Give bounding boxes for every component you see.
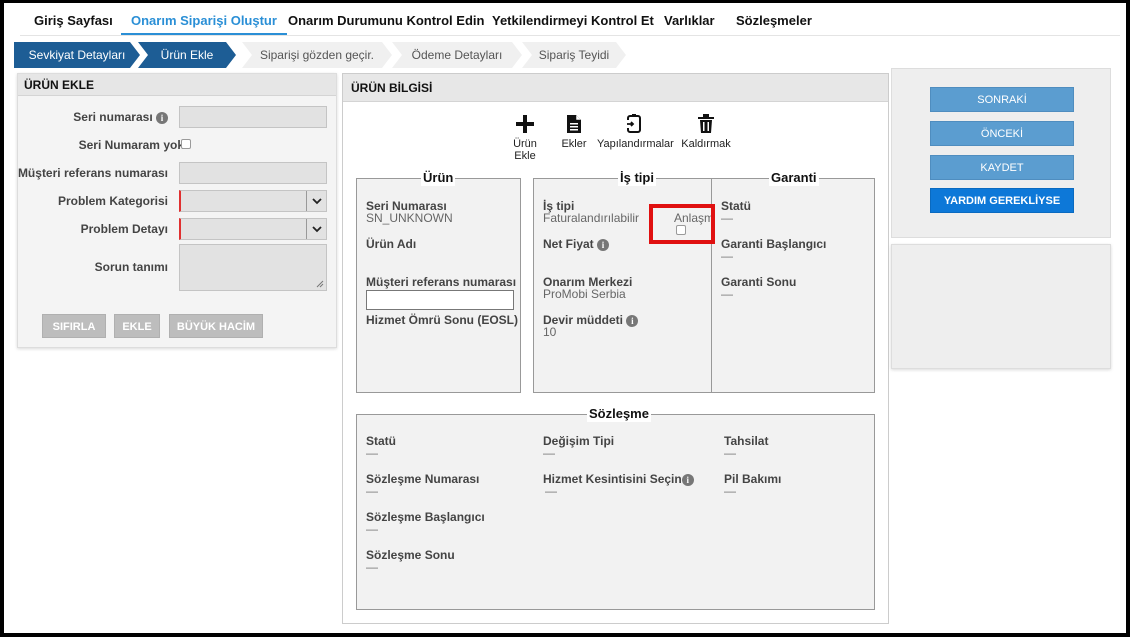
- highlight-box: [649, 204, 715, 244]
- top-navigation: Giriş Sayfası Onarım Siparişi Oluştur On…: [20, 8, 1120, 36]
- step-payment-details[interactable]: Ödeme Detayları: [392, 42, 522, 68]
- add-product-tool-label: Ürün Ekle: [513, 138, 537, 162]
- configurations-tool[interactable]: Yapılandırmalar: [597, 110, 674, 150]
- collection-value: —: [724, 446, 736, 460]
- step-review-order[interactable]: Siparişi gözden geçir.: [242, 42, 392, 68]
- serial-number-label: Seri numarası i: [73, 110, 168, 124]
- chevron-down-icon: [306, 191, 326, 211]
- problem-category-select[interactable]: [179, 190, 327, 212]
- previous-button[interactable]: ÖNCEKİ: [930, 121, 1074, 146]
- info-icon[interactable]: i: [597, 238, 610, 251]
- net-price-label: Net Fiyat i: [543, 237, 610, 251]
- reset-button[interactable]: SIFIRLA: [42, 314, 106, 338]
- warranty-section-title: Garanti: [769, 170, 819, 186]
- trash-icon: [681, 110, 731, 138]
- next-button[interactable]: SONRAKİ: [930, 87, 1074, 112]
- product-customer-ref-input[interactable]: [366, 290, 514, 310]
- product-customer-ref-label: Müşteri referans numarası: [366, 275, 517, 289]
- step-add-product[interactable]: Ürün Ekle: [138, 42, 236, 68]
- contract-start-label: Sözleşme Başlangıcı: [366, 510, 485, 524]
- contract-number-label: Sözleşme Numarası: [366, 472, 480, 486]
- warranty-end-value: —: [721, 287, 733, 301]
- config-icon: [597, 110, 671, 138]
- problem-detail-label: Problem Detayı: [80, 222, 168, 236]
- nav-create-repair-order[interactable]: Onarım Siparişi Oluştur: [121, 8, 287, 35]
- attachments-tool-label: Ekler: [561, 138, 587, 150]
- configurations-tool-label: Yapılandırmalar: [597, 138, 674, 150]
- net-price-label-text: Net Fiyat: [543, 237, 594, 251]
- serial-number-label-text: Seri numarası: [73, 110, 153, 124]
- contract-status-value: —: [366, 446, 378, 460]
- info-icon[interactable]: i: [681, 473, 694, 486]
- issue-description-label: Sorun tanımı: [94, 260, 168, 274]
- product-info-panel: ÜRÜN BİLGİSİ Ürün Ekle Ekler Yapılandırm…: [342, 73, 889, 624]
- product-info-title: ÜRÜN BİLGİSİ: [343, 74, 888, 102]
- contract-end-value: —: [366, 560, 378, 574]
- chevron-down-icon: [306, 219, 326, 239]
- serial-number-input[interactable]: [179, 106, 327, 128]
- customer-reference-input[interactable]: [179, 162, 327, 184]
- job-type-value: Faturalandırılabilir: [543, 211, 640, 225]
- warranty-start-value: —: [721, 249, 733, 263]
- problem-category-label: Problem Kategorisi: [57, 194, 168, 208]
- service-cut-value: —: [545, 484, 557, 498]
- info-icon[interactable]: i: [156, 111, 168, 124]
- bulk-button[interactable]: BÜYÜK HACİM: [169, 314, 263, 338]
- add-product-panel: ÜRÜN EKLE Seri numarası i Seri Numaram y…: [17, 73, 337, 348]
- secondary-panel: [891, 244, 1111, 369]
- step-order-confirmation[interactable]: Sipariş Teyidi: [522, 42, 626, 68]
- contract-section-title: Sözleşme: [587, 406, 651, 422]
- product-section-title: Ürün: [421, 170, 456, 186]
- battery-maintenance-value: —: [724, 484, 736, 498]
- problem-detail-select[interactable]: [179, 218, 327, 240]
- product-section: Ürün Seri Numarası SN_UNKNOWN Ürün Adı M…: [356, 170, 521, 393]
- add-product-title: ÜRÜN EKLE: [18, 74, 336, 96]
- nav-contracts[interactable]: Sözleşmeler: [726, 8, 822, 35]
- help-button[interactable]: YARDIM GEREKLİYSE: [930, 188, 1074, 213]
- plus-icon: [501, 110, 549, 138]
- contract-section: Sözleşme Statü — Değişim Tipi — Tahsilat…: [356, 406, 875, 610]
- service-cut-label: Hizmet Kesintisini Seçin i: [543, 472, 694, 486]
- contract-end-label: Sözleşme Sonu: [366, 548, 455, 562]
- product-eosl-label: Hizmet Ömrü Sonu (EOSL): [366, 313, 519, 327]
- issue-description-textarea[interactable]: [179, 244, 327, 291]
- turnaround-label: Devir müddeti i: [543, 313, 639, 327]
- add-button[interactable]: EKLE: [114, 314, 160, 338]
- actions-panel: SONRAKİ ÖNCEKİ KAYDET YARDIM GEREKLİYSE: [891, 68, 1111, 238]
- add-product-tool[interactable]: Ürün Ekle: [501, 110, 549, 162]
- product-name-label: Ürün Adı: [366, 237, 417, 251]
- repair-center-value: ProMobi Serbia: [543, 287, 626, 301]
- remove-tool[interactable]: Kaldırmak: [681, 110, 731, 150]
- remove-tool-label: Kaldırmak: [681, 138, 731, 150]
- customer-reference-label: Müşteri referans numarası: [17, 166, 168, 180]
- change-type-value: —: [543, 446, 555, 460]
- no-serial-checkbox[interactable]: [181, 139, 191, 149]
- attachments-tool[interactable]: Ekler: [557, 110, 591, 150]
- contract-start-value: —: [366, 522, 378, 536]
- nav-check-authorization[interactable]: Yetkilendirmeyi Kontrol Et: [482, 8, 664, 35]
- service-cut-label-text: Hizmet Kesintisini Seçin: [543, 472, 682, 486]
- document-icon: [557, 110, 591, 138]
- turnaround-value: 10: [543, 325, 557, 339]
- step-shipping-details[interactable]: Sevkiyat Detayları: [14, 42, 140, 68]
- job-type-section-title: İş tipi: [618, 170, 656, 186]
- product-serial-value: SN_UNKNOWN: [366, 211, 453, 225]
- contract-number-value: —: [366, 484, 378, 498]
- save-button[interactable]: KAYDET: [930, 155, 1074, 180]
- nav-assets[interactable]: Varlıklar: [654, 8, 725, 35]
- nav-home[interactable]: Giriş Sayfası: [24, 8, 123, 35]
- warranty-status-value: —: [721, 211, 733, 225]
- nav-check-repair-status[interactable]: Onarım Durumunu Kontrol Edin: [278, 8, 494, 35]
- resize-handle-icon[interactable]: [316, 280, 324, 288]
- warranty-start-label: Garanti Başlangıcı: [721, 237, 827, 251]
- no-serial-label: Seri Numaram yok: [78, 138, 184, 152]
- info-icon[interactable]: i: [626, 314, 639, 327]
